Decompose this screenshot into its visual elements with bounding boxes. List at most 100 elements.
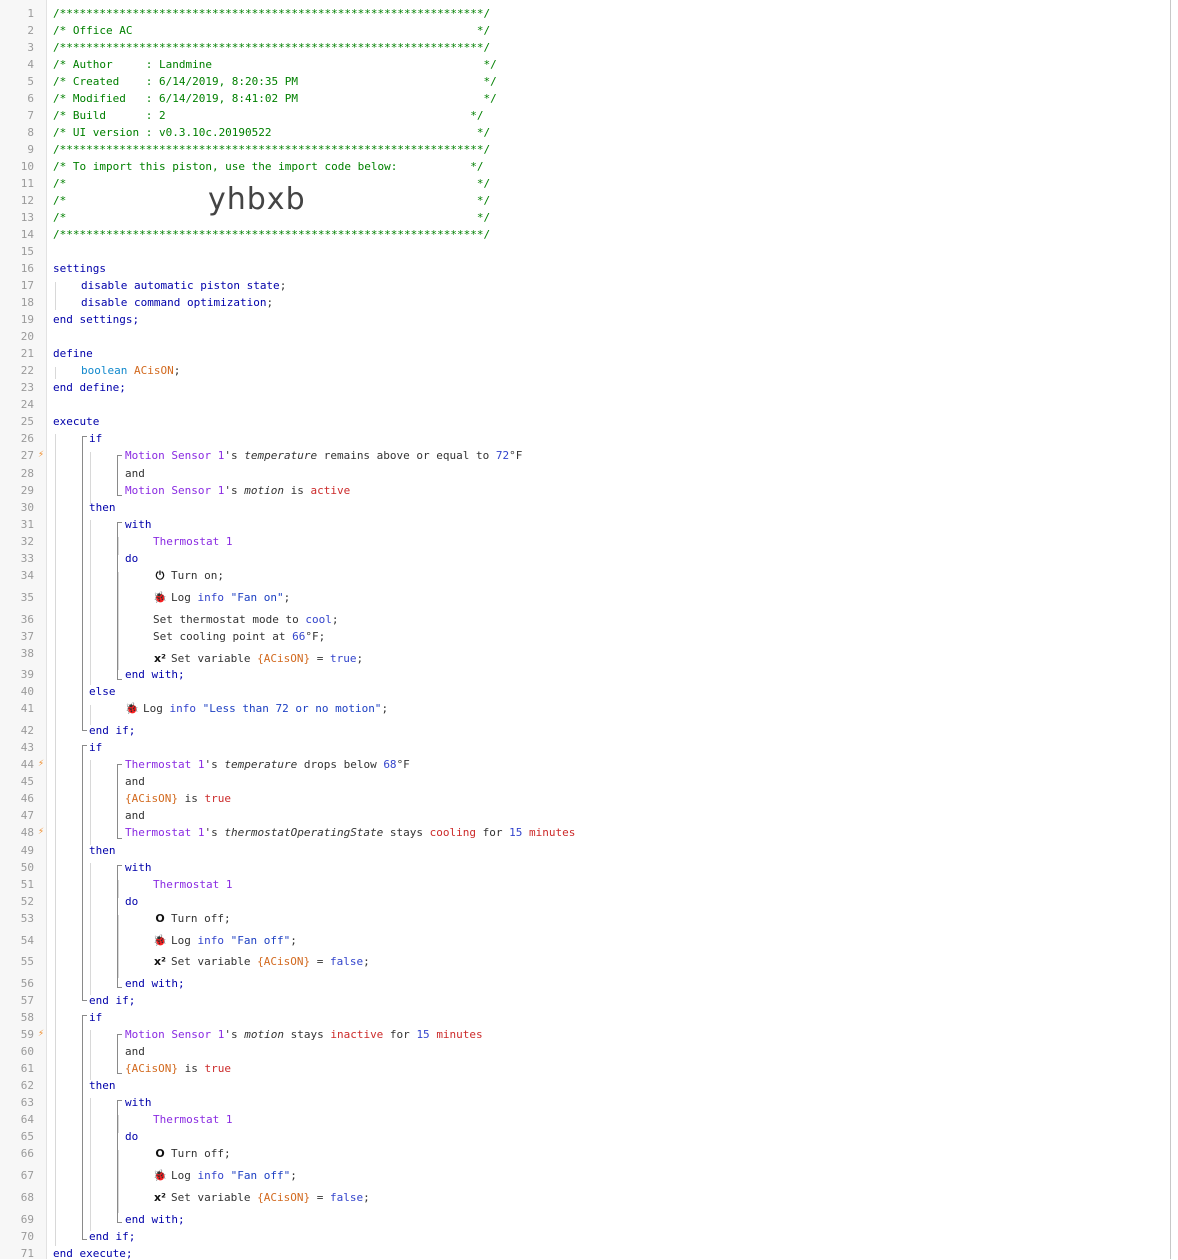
command-text: Log — [171, 1169, 198, 1182]
define-keyword[interactable]: define — [53, 347, 93, 360]
value: true — [329, 652, 357, 665]
and-operator[interactable]: and — [125, 775, 145, 788]
log-level: info — [169, 702, 197, 715]
if-block-guide — [90, 1030, 91, 1080]
if-keyword[interactable]: if — [89, 432, 102, 445]
command-turn-on[interactable]: ⏻ Turn on; — [153, 569, 224, 583]
command-text: Set cooling point at — [153, 630, 293, 643]
and-operator[interactable]: and — [125, 809, 145, 822]
command-set-variable[interactable]: x² Set variable {ACisON} = false; — [153, 955, 370, 968]
condition-group-bracket — [117, 764, 122, 839]
value: cool — [305, 613, 332, 626]
value: 72 — [495, 449, 510, 462]
execute-keyword[interactable]: execute — [53, 415, 99, 428]
device-thermostat[interactable]: Thermostat 1 — [153, 535, 232, 548]
bug-icon: 🐞 — [153, 591, 167, 604]
trigger-bolt-icon[interactable]: ⚡ — [38, 1028, 46, 1039]
comparison: is — [177, 1062, 205, 1075]
trigger-bolt-icon[interactable]: ⚡ — [38, 826, 46, 837]
do-keyword[interactable]: do — [125, 1130, 138, 1143]
with-keyword[interactable]: with — [125, 1096, 152, 1109]
command-set-mode[interactable]: Set thermostat mode to cool; — [153, 613, 338, 626]
line-number: 68 — [20, 1191, 34, 1204]
condition-motion-active[interactable]: Motion Sensor 1's motion is active — [125, 484, 350, 497]
variable-declaration[interactable]: boolean ACisON; — [81, 364, 180, 377]
comparison: remains above or equal to — [317, 449, 496, 462]
trigger-bolt-icon[interactable]: ⚡ — [38, 758, 46, 769]
command-text: Log — [171, 591, 198, 604]
do-keyword[interactable]: do — [125, 895, 138, 908]
value: active — [310, 484, 351, 497]
else-block-guide — [90, 705, 91, 725]
line-number: 18 — [20, 296, 34, 309]
else-keyword[interactable]: else — [89, 685, 116, 698]
setting-disable-command-optimization[interactable]: disable command optimization; — [81, 296, 273, 309]
line-number: 44 — [20, 758, 34, 771]
device-name: Motion Sensor 1 — [125, 449, 225, 462]
do-keyword[interactable]: do — [125, 552, 138, 565]
unit: °F — [396, 758, 410, 771]
line-number: 4 — [27, 58, 34, 71]
if-keyword[interactable]: if — [89, 741, 102, 754]
command-log[interactable]: 🐞 Log info "Fan off"; — [153, 934, 297, 947]
bug-icon: 🐞 — [153, 1169, 167, 1182]
device-thermostat[interactable]: Thermostat 1 — [153, 878, 232, 891]
duration-unit: minutes — [529, 826, 576, 839]
variable-name: {ACisON} — [125, 1062, 178, 1075]
and-operator[interactable]: and — [125, 1045, 145, 1058]
end-with-keyword: end with; — [125, 1213, 185, 1226]
created-line: /* Created : 6/14/2019, 8:20:35 PM */ — [53, 75, 497, 88]
setting-disable-piston-state[interactable]: disable automatic piston state; — [81, 279, 286, 292]
import-code[interactable]: yhbxb — [208, 182, 306, 217]
then-keyword[interactable]: then — [89, 501, 116, 514]
attribute-name: temperature — [244, 449, 318, 462]
variable-name: {ACisON} — [257, 1191, 311, 1204]
command-log[interactable]: 🐞 Log info "Less than 72 or no motion"; — [125, 702, 388, 715]
if-block-bracket — [82, 436, 87, 731]
header-comment-line: /***************************************… — [53, 41, 491, 54]
ui-version-line: /* UI version : v0.3.10c.20190522 */ — [53, 126, 491, 139]
command-log[interactable]: 🐞 Log info "Fan on"; — [153, 591, 290, 604]
line-number: 56 — [20, 977, 34, 990]
command-log[interactable]: 🐞 Log info "Fan off"; — [153, 1169, 297, 1182]
device-thermostat[interactable]: Thermostat 1 — [153, 1113, 232, 1126]
line-number: 64 — [20, 1113, 34, 1126]
then-keyword[interactable]: then — [89, 1079, 116, 1092]
command-turn-off[interactable]: O Turn off; — [153, 912, 230, 925]
command-set-variable[interactable]: x² Set variable {ACisON} = true; — [153, 652, 363, 665]
power-off-icon: O — [155, 912, 165, 925]
line-number: 70 — [20, 1230, 34, 1243]
if-keyword[interactable]: if — [89, 1011, 102, 1024]
command-turn-off[interactable]: O Turn off; — [153, 1147, 230, 1160]
command-set-cooling-point[interactable]: Set cooling point at 66°F; — [153, 630, 325, 643]
and-operator[interactable]: and — [125, 467, 145, 480]
end-if-keyword: end if; — [89, 724, 136, 737]
then-block-guide — [90, 520, 91, 685]
log-message: "Fan off" — [230, 1169, 291, 1182]
with-keyword[interactable]: with — [125, 518, 152, 531]
end-with-keyword: end with; — [125, 977, 185, 990]
line-number: 3 — [27, 41, 34, 54]
line-number: 48 — [20, 826, 34, 839]
condition-temperature-above[interactable]: Motion Sensor 1's temperature remains ab… — [125, 449, 522, 462]
semicolon: ; — [173, 364, 181, 377]
line-number: 13 — [20, 211, 34, 224]
condition-variable-true[interactable]: {ACisON} is true — [125, 1062, 231, 1075]
then-keyword[interactable]: then — [89, 844, 116, 857]
command-set-variable[interactable]: x² Set variable {ACisON} = false; — [153, 1191, 370, 1204]
condition-temperature-drops[interactable]: Thermostat 1's temperature drops below 6… — [125, 758, 410, 771]
with-keyword[interactable]: with — [125, 861, 152, 874]
possessive: 's — [224, 449, 245, 462]
condition-motion-inactive[interactable]: Motion Sensor 1's motion stays inactive … — [125, 1028, 483, 1041]
settings-keyword[interactable]: settings — [53, 262, 106, 275]
condition-variable-true[interactable]: {ACisON} is true — [125, 792, 231, 805]
trigger-bolt-icon[interactable]: ⚡ — [38, 449, 46, 460]
build-line: /* Build : 2 */ — [53, 109, 484, 122]
line-number: 8 — [27, 126, 34, 139]
with-block-bracket — [117, 522, 122, 680]
attribute-name: motion — [244, 484, 284, 497]
condition-operating-state[interactable]: Thermostat 1's thermostatOperatingState … — [125, 826, 575, 839]
bug-icon: 🐞 — [153, 934, 167, 947]
line-number: 31 — [20, 518, 34, 531]
line-number: 47 — [20, 809, 34, 822]
